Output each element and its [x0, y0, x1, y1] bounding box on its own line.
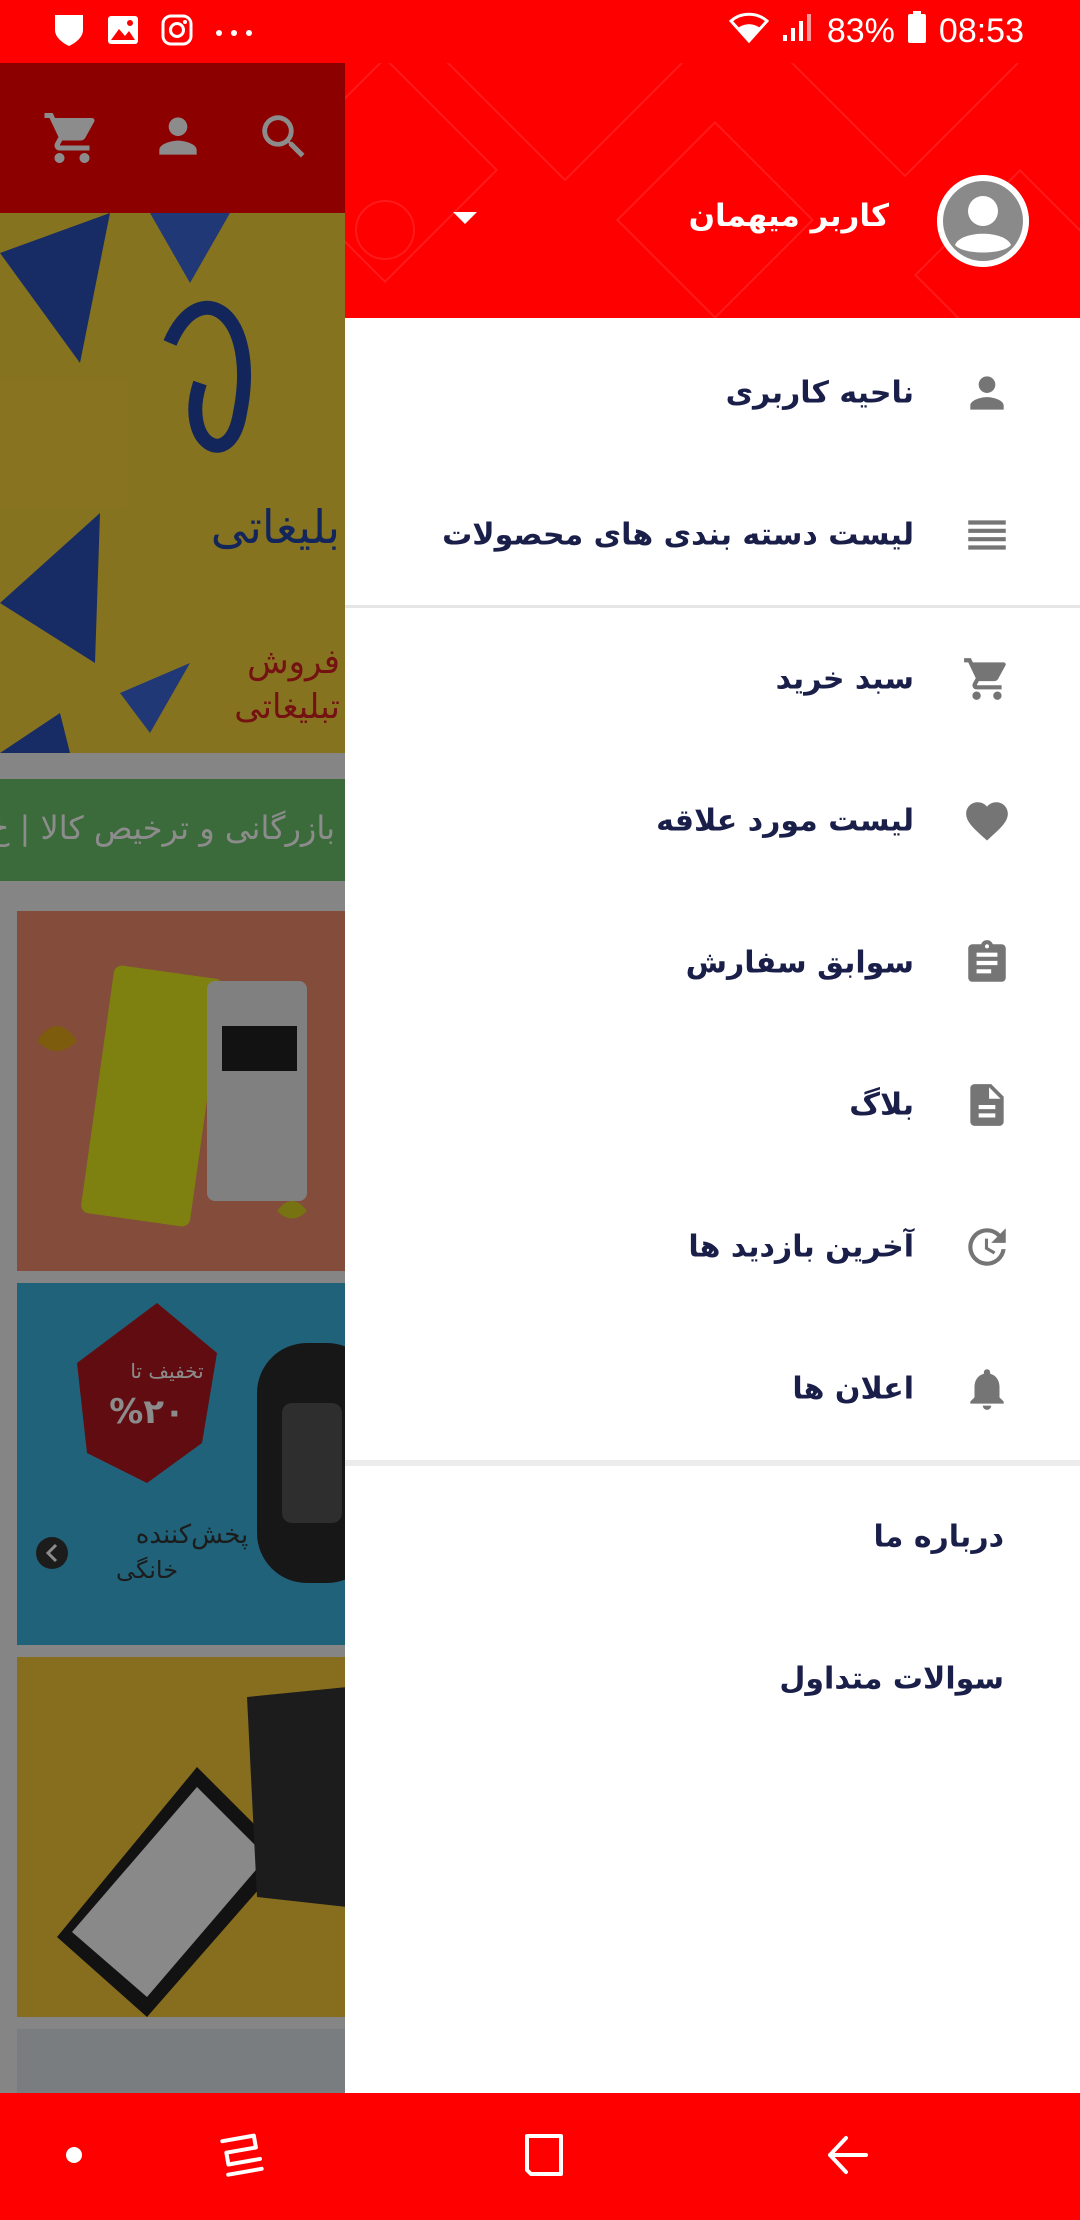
list-icon	[962, 510, 1012, 560]
menu-item-label: سبد خرید	[775, 661, 914, 697]
dot-icon[interactable]	[42, 2123, 106, 2187]
battery-icon	[907, 10, 927, 53]
menu-item-label: آخرین بازدید ها	[688, 1229, 914, 1265]
arrow-drop-down-icon[interactable]	[447, 200, 483, 236]
drawer-scrim[interactable]	[0, 63, 345, 2093]
cart-icon	[962, 654, 1012, 704]
menu-item-label: سوابق سفارش	[685, 945, 914, 981]
menu-item-label: درباره ما	[873, 1519, 1004, 1555]
wifi-icon	[728, 11, 769, 52]
heart-icon	[962, 796, 1012, 846]
menu-item-categories[interactable]: لیست دسته بندی های محصولات	[345, 464, 1080, 606]
status-time: 08:53	[938, 12, 1024, 50]
menu-item-label: لیست دسته بندی های محصولات	[442, 517, 914, 553]
menu-item-label: ناحیه کاربری	[725, 375, 914, 411]
menu-item-user-area[interactable]: ناحیه کاربری	[345, 322, 1080, 464]
navigation-drawer: کاربر میهمان ناحیه کاربری لیست دسته بندی…	[345, 0, 1080, 2093]
status-left-icons	[52, 12, 254, 52]
document-icon	[962, 1080, 1012, 1130]
status-right-indicators: 83% 08:53	[728, 10, 1024, 53]
menu-item-recent-views[interactable]: آخرین بازدید ها	[345, 1176, 1080, 1318]
image-icon	[106, 14, 140, 50]
menu-item-about[interactable]: درباره ما	[345, 1466, 1080, 1608]
more-dots-icon	[214, 23, 254, 42]
instagram-icon	[160, 13, 194, 51]
status-bar: 83% 08:53	[0, 0, 1080, 63]
menu-item-label: اعلان ها	[792, 1371, 914, 1407]
shield-icon	[52, 12, 86, 52]
clipboard-icon	[962, 938, 1012, 988]
signal-icon	[781, 11, 815, 52]
menu-item-wishlist[interactable]: لیست مورد علاقه	[345, 750, 1080, 892]
account-circle-icon[interactable]	[937, 175, 1029, 267]
menu-item-faq[interactable]: سوالات متداول	[345, 1608, 1080, 1750]
menu-item-cart[interactable]: سبد خرید	[345, 608, 1080, 750]
battery-percent: 83%	[826, 12, 895, 50]
home-icon[interactable]	[512, 2123, 576, 2187]
recents-icon[interactable]	[210, 2123, 274, 2187]
menu-item-label: سوالات متداول	[779, 1661, 1004, 1697]
menu-item-blog[interactable]: بلاگ	[345, 1034, 1080, 1176]
system-navigation-bar	[0, 2093, 1080, 2220]
menu-item-label: لیست مورد علاقه	[656, 803, 914, 839]
menu-item-notifications[interactable]: اعلان ها	[345, 1318, 1080, 1460]
history-icon	[962, 1222, 1012, 1272]
menu-item-order-history[interactable]: سوابق سفارش	[345, 892, 1080, 1034]
person-icon	[962, 368, 1012, 418]
menu-item-label: بلاگ	[849, 1087, 914, 1123]
user-name[interactable]: کاربر میهمان	[689, 198, 889, 234]
bell-icon	[962, 1364, 1012, 1414]
back-icon[interactable]	[815, 2123, 879, 2187]
